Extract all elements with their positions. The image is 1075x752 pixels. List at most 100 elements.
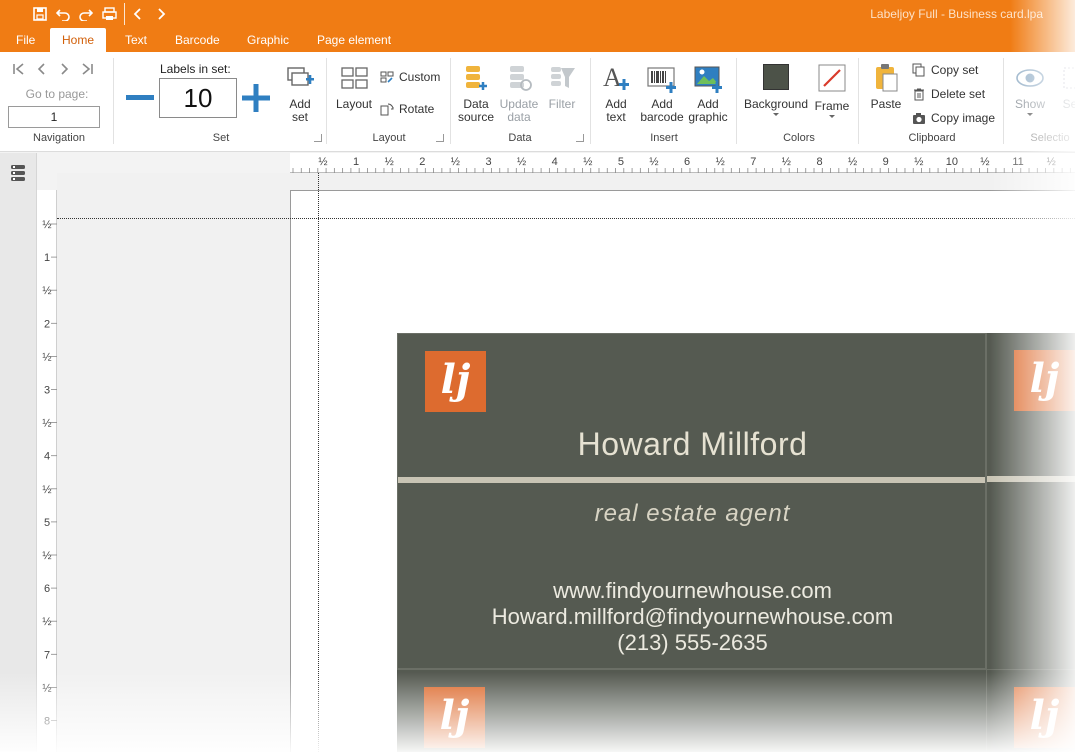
- add-graphic-icon: [694, 66, 722, 93]
- camera-icon: [913, 112, 925, 124]
- first-page-icon[interactable]: [12, 62, 26, 76]
- print-icon[interactable]: [99, 4, 119, 24]
- select-label: Se: [1062, 97, 1075, 111]
- ruler-label: 5: [44, 517, 50, 529]
- company-logo: lj: [1014, 687, 1075, 748]
- next-page-icon[interactable]: [57, 62, 71, 76]
- business-card-below-right[interactable]: lj: [986, 669, 1075, 752]
- labels-count-input[interactable]: 10: [159, 78, 237, 118]
- business-card-below[interactable]: lj: [397, 669, 986, 752]
- add-set-button[interactable]: Add set: [283, 64, 317, 124]
- add-text-icon: A: [603, 63, 629, 92]
- show-button[interactable]: Show: [1010, 64, 1050, 116]
- filter-button[interactable]: Filter: [542, 64, 582, 111]
- chevron-down-icon: [829, 115, 835, 118]
- ruler-label: 6: [684, 156, 690, 168]
- layout-dialog-launcher[interactable]: [436, 134, 444, 142]
- company-logo: lj: [425, 351, 486, 412]
- copy-image-button[interactable]: Copy image: [912, 111, 995, 125]
- increase-labels-button[interactable]: [242, 84, 270, 112]
- ruler-label: ½: [42, 616, 51, 628]
- card-role[interactable]: real estate agent: [398, 500, 985, 528]
- add-barcode-button[interactable]: Add barcode: [640, 64, 684, 124]
- rotate-icon: [380, 103, 394, 115]
- add-graphic-button[interactable]: Add graphic: [686, 64, 730, 124]
- ruler-label: ½: [42, 219, 51, 231]
- ruler-label: 9: [883, 156, 889, 168]
- ribbon: Go to page: 1 Navigation Labels in set: …: [0, 52, 1075, 152]
- forward-icon[interactable]: [151, 4, 171, 24]
- data-dialog-launcher[interactable]: [576, 134, 584, 142]
- set-dialog-launcher[interactable]: [314, 134, 322, 142]
- ruler-label: ½: [451, 156, 460, 168]
- toolbar-separator: [124, 3, 125, 25]
- card-phone[interactable]: (213) 555-2635: [398, 630, 985, 656]
- frame-color-button[interactable]: Frame: [812, 64, 852, 118]
- select-button[interactable]: Se: [1055, 64, 1075, 111]
- trash-icon: [914, 88, 924, 101]
- ruler-label: ½: [42, 550, 51, 562]
- tab-file[interactable]: File: [4, 28, 47, 52]
- custom-layout-button[interactable]: Custom: [380, 70, 440, 84]
- card-email[interactable]: Howard.millford@findyournewhouse.com: [398, 604, 985, 630]
- go-to-page-input[interactable]: 1: [8, 106, 100, 128]
- background-color-button[interactable]: Background: [742, 64, 810, 116]
- rotate-button[interactable]: Rotate: [380, 102, 434, 116]
- layout-icon: [341, 67, 368, 89]
- business-card[interactable]: lj Howard Millford real estate agent www…: [397, 333, 986, 669]
- show-label: Show: [1014, 97, 1046, 111]
- ribbon-tabs: File Home Text Barcode Graphic Page elem…: [0, 28, 1075, 52]
- save-icon[interactable]: [30, 4, 50, 24]
- ruler-label: 10: [946, 156, 958, 168]
- tab-home[interactable]: Home: [50, 28, 107, 52]
- group-label-layout: Layout: [372, 132, 406, 144]
- vertical-ruler-ticks: ½ 1 ½ 2 ½ 3 ½ 4 ½ 5 ½ 6 ½ 7 ½ 8: [42, 219, 57, 728]
- group-separator: [858, 58, 859, 144]
- copy-set-icon: [912, 63, 925, 77]
- company-logo: lj: [1014, 350, 1075, 411]
- decrease-labels-button[interactable]: [126, 95, 154, 101]
- add-text-button[interactable]: A Add text: [596, 62, 636, 124]
- layout-button[interactable]: Layout: [334, 64, 374, 111]
- delete-set-label: Delete set: [931, 87, 986, 101]
- tab-barcode[interactable]: Barcode: [163, 28, 232, 52]
- tab-page-element[interactable]: Page element: [305, 28, 403, 52]
- ruler-label: 11: [1012, 156, 1023, 168]
- labels-in-set-label: Labels in set:: [160, 62, 231, 76]
- ruler-label: ½: [385, 156, 394, 168]
- vertical-ruler: ½ 1 ½ 2 ½ 3 ½ 4 ½ 5 ½ 6 ½ 7 ½ 8: [37, 190, 57, 752]
- tab-text[interactable]: Text: [113, 28, 159, 52]
- group-separator: [590, 58, 591, 144]
- ruler-label: 6: [44, 583, 50, 595]
- delete-set-button[interactable]: Delete set: [912, 87, 985, 101]
- tab-graphic[interactable]: Graphic: [235, 28, 301, 52]
- card-name[interactable]: Howard Millford: [398, 426, 985, 463]
- vertical-guide: [318, 173, 319, 752]
- ruler-label: 1: [353, 156, 359, 168]
- undo-icon[interactable]: [53, 4, 73, 24]
- group-label-clipboard: Clipboard: [908, 132, 956, 144]
- paste-button[interactable]: Paste: [866, 62, 906, 111]
- group-separator: [1003, 58, 1004, 144]
- go-to-page-label: Go to page:: [25, 87, 89, 101]
- ruler-label: 7: [750, 156, 756, 168]
- business-card-right[interactable]: lj: [986, 333, 1075, 669]
- last-page-icon[interactable]: [80, 62, 94, 76]
- card-website[interactable]: www.findyournewhouse.com: [398, 578, 985, 604]
- panel-toggle-icon[interactable]: [8, 163, 28, 183]
- data-source-button[interactable]: Data source: [456, 64, 496, 124]
- window-title: Labeljoy Full - Business card.lpa: [870, 7, 1043, 21]
- group-label-insert: Insert: [650, 132, 678, 144]
- ruler-label: 4: [552, 156, 558, 168]
- chevron-down-icon: [773, 113, 779, 116]
- update-data-button[interactable]: Update data: [498, 64, 540, 124]
- copy-set-button[interactable]: Copy set: [912, 63, 978, 77]
- company-logo: lj: [424, 687, 485, 748]
- redo-icon[interactable]: [76, 4, 96, 24]
- svg-text:A: A: [603, 63, 622, 92]
- group-separator: [736, 58, 737, 144]
- previous-page-icon[interactable]: [35, 62, 49, 76]
- back-icon[interactable]: [128, 4, 148, 24]
- ruler-label: ½: [42, 484, 51, 496]
- copy-set-label: Copy set: [931, 63, 979, 77]
